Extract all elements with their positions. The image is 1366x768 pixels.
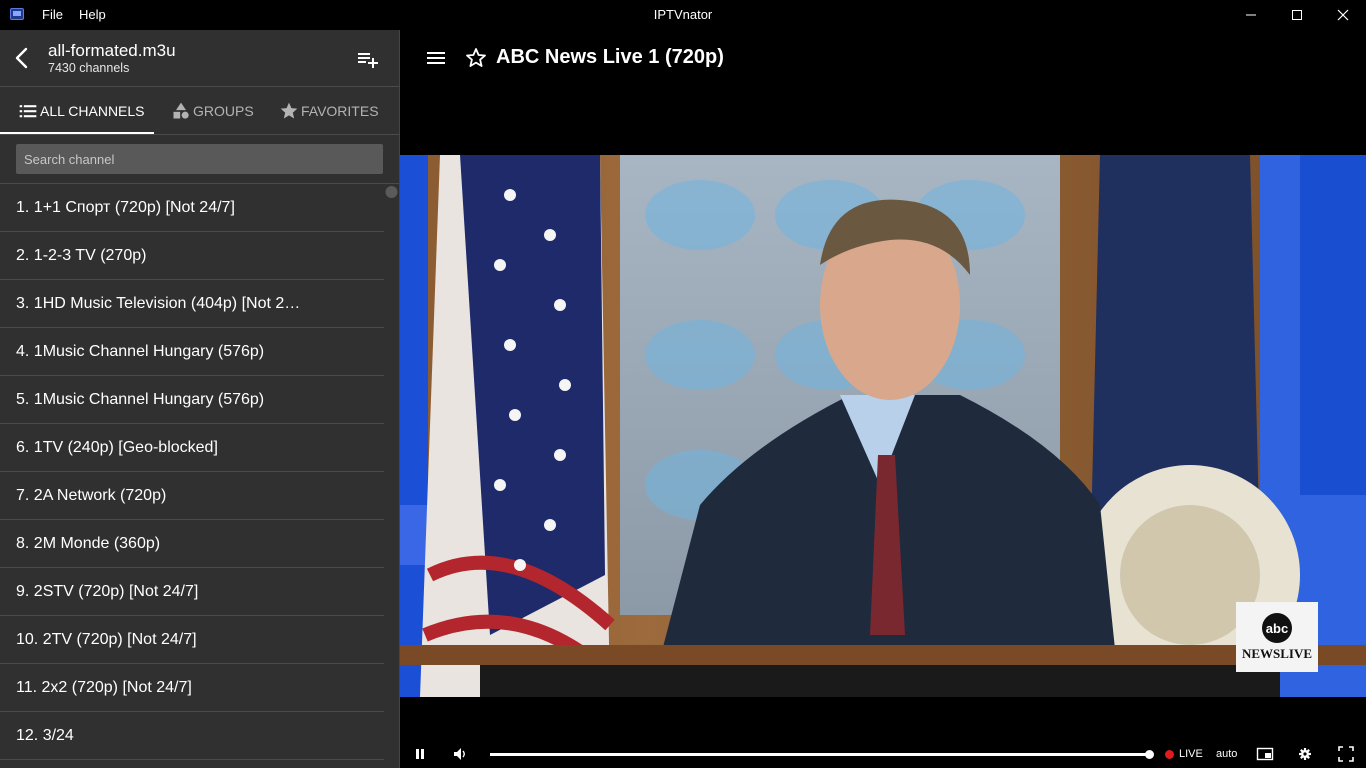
minimize-button[interactable] [1228, 0, 1274, 30]
shapes-icon [173, 102, 189, 119]
pause-icon[interactable] [411, 745, 429, 763]
fullscreen-icon[interactable] [1337, 745, 1355, 763]
channel-label: 4. 1Music Channel Hungary (576p) [16, 342, 265, 360]
playlist-add-icon[interactable] [355, 48, 379, 72]
menu-file[interactable]: File [42, 7, 63, 22]
channel-label: 6. 1TV (240p) [Geo-blocked] [16, 438, 218, 456]
watermark-newslive: NEWSLIVE [1242, 646, 1312, 661]
channel-item[interactable]: 4. 1Music Channel Hungary (576p) [0, 328, 384, 376]
quality-selector[interactable]: auto [1216, 748, 1237, 760]
search-box [16, 144, 383, 174]
minimize-icon [1246, 14, 1256, 16]
picture-in-picture-icon[interactable] [1256, 745, 1274, 763]
sidebar: all-formated.m3u 7430 channels ALL CHANN… [0, 30, 400, 768]
channel-label: 9. 2STV (720p) [Not 24/7] [16, 582, 199, 600]
tab-groups[interactable]: GROUPS [171, 87, 254, 134]
player-area: ABC News Live 1 (720p) abc NEWSLIVE LIVE… [400, 30, 1366, 768]
channel-label: 1. 1+1 Спорт (720p) [Not 24/7] [16, 198, 235, 216]
channel-item[interactable]: 5. 1Music Channel Hungary (576p) [0, 376, 384, 424]
title-bar: File Help IPTVnator [0, 0, 1366, 30]
channel-count: 7430 channels [48, 61, 130, 75]
maximize-icon [1292, 10, 1302, 20]
favorite-star-icon[interactable] [464, 46, 488, 70]
channel-item[interactable]: 11. 2x2 (720p) [Not 24/7] [0, 664, 384, 712]
channel-item[interactable]: 12. 3/24 [0, 712, 384, 760]
search-channel-input[interactable] [16, 144, 383, 174]
live-label[interactable]: LIVE [1179, 748, 1203, 760]
channel-item[interactable]: 10. 2TV (720p) [Not 24/7] [0, 616, 384, 664]
app-icon [10, 8, 24, 20]
video-image: abc NEWSLIVE [400, 155, 1366, 697]
video-frame[interactable]: abc NEWSLIVE [400, 155, 1366, 697]
list-icon [19, 104, 37, 117]
channel-item[interactable]: 8. 2M Monde (360p) [0, 520, 384, 568]
tab-favorites[interactable]: FAVORITES [279, 87, 379, 134]
progress-bar[interactable] [490, 753, 1150, 756]
channel-item[interactable]: 9. 2STV (720p) [Not 24/7] [0, 568, 384, 616]
active-tab-indicator [0, 132, 154, 134]
channel-label: 3. 1HD Music Television (404p) [Not 24/7… [16, 294, 306, 312]
channel-item[interactable]: 3. 1HD Music Television (404p) [Not 24/7… [0, 280, 384, 328]
scrollbar-thumb[interactable] [384, 185, 399, 199]
channel-label: 12. 3/24 [16, 726, 74, 744]
channel-label: 10. 2TV (720p) [Not 24/7] [16, 630, 197, 648]
channel-item[interactable]: 1. 1+1 Спорт (720p) [Not 24/7] [0, 184, 384, 232]
player-controls: LIVE auto [400, 740, 1366, 768]
star-filled-icon [280, 102, 298, 118]
close-icon [1337, 9, 1349, 21]
menu-icon[interactable] [424, 46, 448, 70]
close-button[interactable] [1320, 0, 1366, 30]
channel-label: 11. 2x2 (720p) [Not 24/7] [16, 678, 192, 696]
progress-handle[interactable] [1145, 750, 1154, 759]
menu-help[interactable]: Help [79, 7, 106, 22]
channel-item[interactable]: 2. 1-2-3 TV (270p) [0, 232, 384, 280]
settings-gear-icon[interactable] [1296, 745, 1314, 763]
channel-item[interactable]: 6. 1TV (240p) [Geo-blocked] [0, 424, 384, 472]
channel-item[interactable]: 7. 2A Network (720p) [0, 472, 384, 520]
live-indicator-dot [1165, 750, 1174, 759]
channel-label: 5. 1Music Channel Hungary (576p) [16, 390, 265, 408]
channel-title: ABC News Live 1 (720p) [496, 46, 724, 68]
channel-label: 7. 2A Network (720p) [16, 486, 167, 504]
channel-list: 1. 1+1 Спорт (720p) [Not 24/7] 2. 1-2-3 … [0, 184, 384, 760]
tab-label: FAVORITES [301, 102, 379, 119]
maximize-button[interactable] [1274, 0, 1320, 30]
window-title: IPTVnator [653, 7, 713, 22]
channel-tabs: ALL CHANNELS GROUPS FAVORITES [0, 87, 399, 135]
channel-label: 8. 2M Monde (360p) [16, 534, 161, 552]
tab-all-channels[interactable]: ALL CHANNELS [18, 87, 145, 134]
tab-label: GROUPS [193, 102, 254, 119]
volume-icon[interactable] [451, 745, 469, 763]
watermark-abc: abc [1266, 621, 1288, 636]
sidebar-header: all-formated.m3u 7430 channels [0, 30, 399, 87]
back-arrow-icon[interactable] [10, 46, 34, 70]
channel-label: 2. 1-2-3 TV (270p) [16, 246, 147, 264]
tab-label: ALL CHANNELS [40, 102, 145, 119]
playlist-name: all-formated.m3u [48, 41, 176, 60]
